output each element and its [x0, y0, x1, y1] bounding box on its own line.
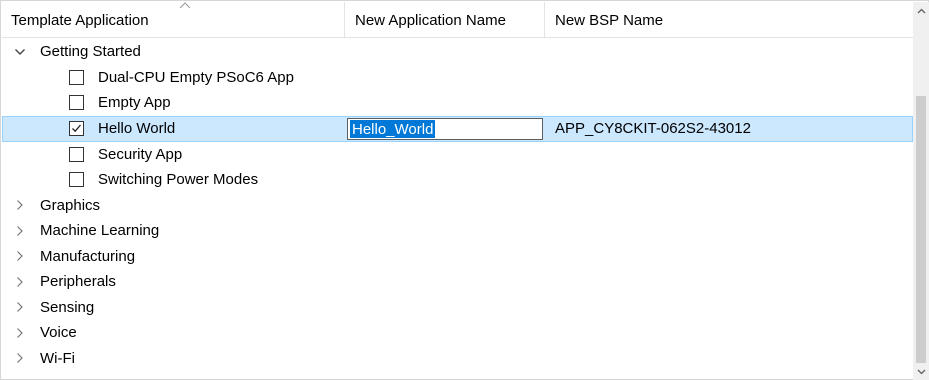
scroll-down-icon[interactable] — [913, 363, 929, 380]
checkmark-icon — [72, 124, 81, 132]
app-checkbox[interactable] — [69, 69, 84, 85]
tree-group-label: Wi-Fi — [40, 349, 75, 367]
tree-group-wi-fi[interactable]: Wi-Fi — [2, 346, 913, 372]
app-checkbox-checked[interactable] — [69, 120, 84, 136]
tree-rows: Getting Started Dual-CPU Empty PSoC6 App… — [2, 39, 913, 371]
tree-item-switching-power-modes[interactable]: Switching Power Modes — [2, 167, 913, 193]
chevron-right-icon[interactable] — [12, 269, 28, 294]
new-application-name-input[interactable]: Hello_World — [347, 117, 543, 140]
tree-item-label: Dual-CPU Empty PSoC6 App — [98, 68, 294, 86]
tree-item-label: Switching Power Modes — [98, 171, 259, 188]
tree-group-getting-started[interactable]: Getting Started — [2, 39, 913, 65]
tree-group-voice[interactable]: Voice — [2, 320, 913, 346]
sort-ascending-icon — [179, 2, 191, 9]
tree-item-empty-app[interactable]: Empty App — [2, 90, 913, 116]
tree-item-hello-world[interactable]: Hello World Hello_World APP_CY8CKIT-062S… — [2, 115, 913, 142]
vertical-scrollbar[interactable] — [913, 2, 929, 380]
tree-group-graphics[interactable]: Graphics — [2, 193, 913, 219]
column-header-template-application[interactable]: Template Application — [2, 2, 345, 37]
tree-item-label: Security App — [98, 145, 183, 163]
app-checkbox[interactable] — [69, 172, 84, 187]
column-header-row: Template Application New Application Nam… — [2, 2, 913, 38]
column-header-new-bsp-name[interactable]: New BSP Name — [545, 2, 913, 37]
tree-group-label: Voice — [40, 324, 77, 341]
scroll-up-icon[interactable] — [913, 2, 929, 19]
chevron-right-icon[interactable] — [12, 218, 28, 243]
chevron-right-icon[interactable] — [12, 244, 28, 269]
tree-group-sensing[interactable]: Sensing — [2, 295, 913, 321]
tree-group-label: Graphics — [40, 196, 101, 214]
chevron-right-icon[interactable] — [12, 346, 28, 371]
tree-group-label: Getting Started — [40, 43, 141, 60]
template-tree-table: Template Application New Application Nam… — [0, 0, 929, 380]
scrollbar-thumb[interactable] — [916, 96, 926, 363]
tree-group-label: Manufacturing — [40, 247, 136, 265]
tree-group-label: Machine Learning — [40, 222, 160, 239]
new-bsp-name-value[interactable]: APP_CY8CKIT-062S2-43012 — [555, 116, 751, 141]
tree-group-peripherals[interactable]: Peripherals — [2, 269, 913, 295]
tree-item-security-app[interactable]: Security App — [2, 142, 913, 168]
chevron-right-icon[interactable] — [12, 193, 28, 218]
tree-group-manufacturing[interactable]: Manufacturing — [2, 244, 913, 270]
chevron-right-icon[interactable] — [12, 295, 28, 320]
column-header-new-application-name[interactable]: New Application Name — [345, 2, 545, 37]
tree-group-label: Peripherals — [40, 273, 116, 290]
selected-text: Hello_World — [350, 119, 436, 138]
chevron-right-icon[interactable] — [12, 320, 28, 345]
tree-group-machine-learning[interactable]: Machine Learning — [2, 218, 913, 244]
tree-item-label: Empty App — [98, 94, 171, 111]
tree-group-label: Sensing — [40, 298, 95, 316]
app-checkbox[interactable] — [69, 95, 84, 110]
tree-item-dual-cpu-empty-psoc6-app[interactable]: Dual-CPU Empty PSoC6 App — [2, 65, 913, 91]
tree-item-label: Hello World — [98, 119, 176, 137]
app-checkbox[interactable] — [69, 146, 84, 162]
chevron-down-icon[interactable] — [12, 39, 28, 64]
